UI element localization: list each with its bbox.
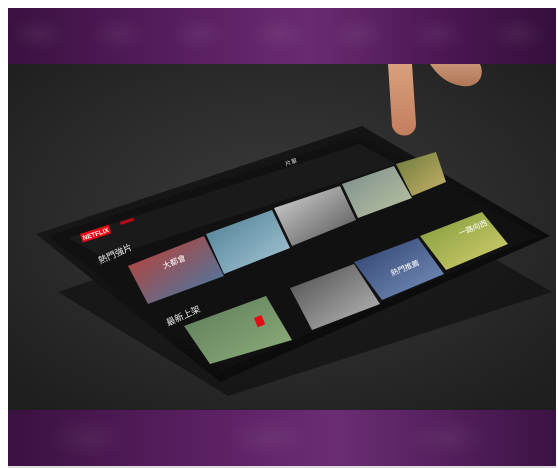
bottom-purple-band bbox=[8, 410, 556, 466]
tablet-scene: NETFLIX 片單 熱門強片 最新上架 大都會 熱門推薦 一路向西 bbox=[8, 64, 556, 410]
top-purple-band bbox=[8, 8, 556, 64]
photo-frame: NETFLIX 片單 熱門強片 最新上架 大都會 熱門推薦 一路向西 bbox=[0, 0, 558, 468]
